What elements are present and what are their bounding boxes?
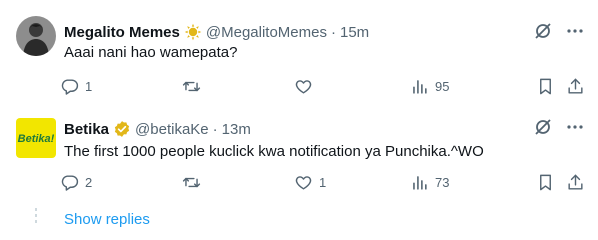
reply-icon [61, 174, 79, 191]
timestamp[interactable]: 13m [222, 121, 251, 138]
like-button[interactable]: 1 [294, 170, 326, 194]
heart-icon [295, 175, 312, 190]
views-chart-icon [413, 175, 427, 190]
grok-icon[interactable] [532, 20, 554, 42]
betika-logo: Betika! [16, 118, 56, 158]
bookmark-icon [540, 78, 551, 94]
avatar[interactable]: Betika! [16, 118, 56, 158]
reply-button[interactable]: 2 [60, 170, 92, 194]
action-bar: 1 95 [56, 74, 592, 98]
grok-icon[interactable] [532, 116, 554, 138]
thread-connector-line [35, 208, 37, 226]
tweet-text: The first 1000 people kuclick kwa notifi… [64, 143, 484, 160]
tweet[interactable]: Megalito Memes @MegalitoMemes · 15m Aaai… [0, 0, 598, 108]
bookmark-button[interactable] [536, 170, 555, 194]
like-count: 1 [319, 174, 327, 190]
retweet-button[interactable] [182, 74, 201, 98]
retweet-button[interactable] [182, 170, 201, 194]
views-button[interactable]: 95 [410, 74, 449, 98]
views-count: 95 [435, 78, 450, 94]
views-button[interactable]: 73 [410, 170, 449, 194]
share-button[interactable] [566, 170, 585, 194]
more-options-icon[interactable] [564, 20, 586, 42]
display-name[interactable]: Megalito Memes [64, 24, 180, 41]
tweet-header: Betika @betikaKe · 13m [64, 119, 251, 139]
reply-count: 1 [85, 78, 93, 94]
timestamp[interactable]: 15m [340, 24, 369, 41]
reply-button[interactable]: 1 [60, 74, 92, 98]
reply-count: 2 [85, 174, 93, 190]
bookmark-button[interactable] [536, 74, 555, 98]
handle[interactable]: @MegalitoMemes [206, 24, 327, 41]
reply-icon [61, 78, 79, 95]
more-options-icon[interactable] [564, 116, 586, 138]
sun-badge-icon [184, 23, 202, 41]
heart-icon [295, 79, 312, 94]
like-button[interactable] [294, 74, 313, 98]
handle[interactable]: @betikaKe [135, 121, 209, 138]
person-avatar-icon [16, 16, 56, 56]
retweet-icon [182, 177, 201, 187]
bookmark-icon [540, 174, 551, 190]
share-button[interactable] [566, 74, 585, 98]
separator-dot: · [212, 120, 218, 138]
verified-badge-icon [113, 120, 131, 138]
separator-dot: · [330, 23, 336, 41]
share-icon [568, 78, 583, 94]
share-icon [568, 174, 583, 190]
betika-logo-text: Betika! [18, 133, 55, 145]
display-name[interactable]: Betika [64, 121, 109, 138]
tweet-header: Megalito Memes @MegalitoMemes · 15m [64, 22, 369, 42]
views-count: 73 [435, 174, 450, 190]
retweet-icon [182, 81, 201, 91]
avatar[interactable] [16, 16, 56, 56]
show-replies-link[interactable]: Show replies [64, 211, 150, 228]
tweet-text: Aaai nani hao wamepata? [64, 44, 238, 61]
action-bar: 2 1 73 [56, 170, 592, 194]
views-chart-icon [413, 79, 427, 94]
